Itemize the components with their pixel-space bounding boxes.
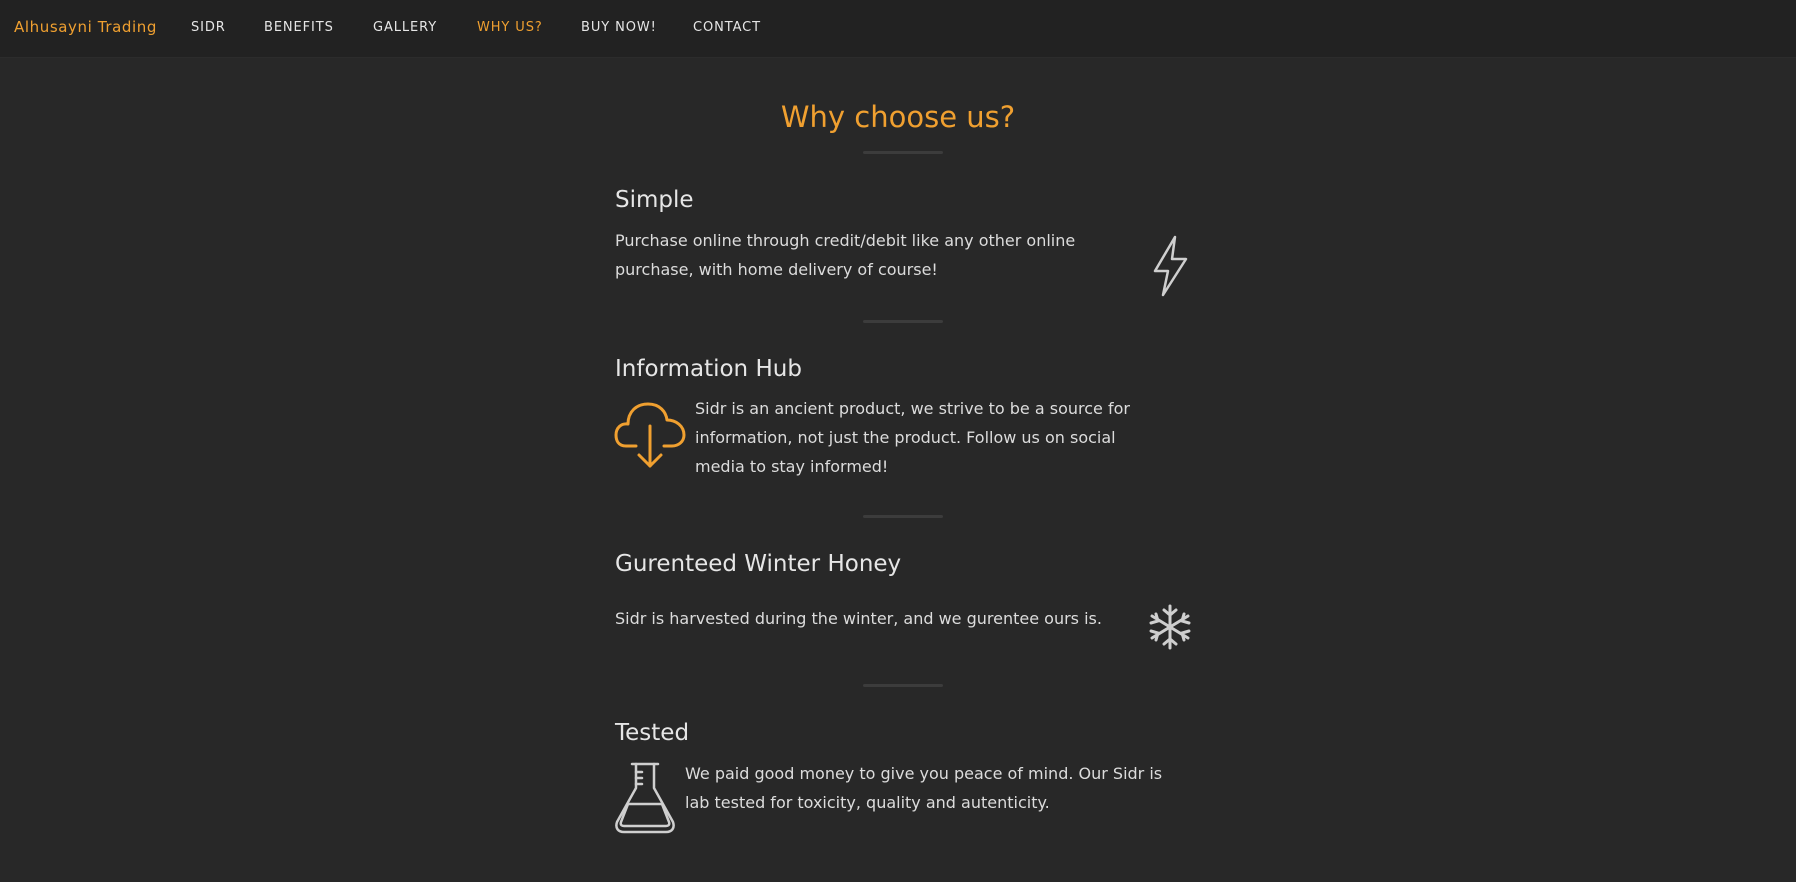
flask-icon <box>615 762 675 834</box>
nav-item-benefits[interactable]: BENEFITS <box>264 20 334 35</box>
section-text-information-hub: Sidr is an ancient product, we strive to… <box>695 399 1130 476</box>
page-title: Why choose us? <box>780 100 1016 134</box>
section-title-information-hub: Information Hub <box>615 356 802 382</box>
lightning-icon <box>1153 235 1188 297</box>
cloud-download-icon <box>614 402 686 468</box>
brand-logo-text[interactable]: Alhusayni Trading <box>14 18 157 36</box>
nav-item-why-us[interactable]: WHY US? <box>477 20 543 35</box>
top-navbar: Alhusayni Trading SIDR BENEFITS GALLERY … <box>0 0 1796 58</box>
snowflake-icon <box>1149 604 1191 650</box>
section-divider-2 <box>863 515 943 518</box>
section-title-winter-honey: Gurenteed Winter Honey <box>615 551 902 577</box>
section-text-tested: We paid good money to give you peace of … <box>685 764 1163 812</box>
nav-item-gallery[interactable]: GALLERY <box>373 20 437 35</box>
section-divider-1 <box>863 320 943 323</box>
nav-item-contact[interactable]: CONTACT <box>693 20 761 35</box>
section-text-winter-honey: Sidr is harvested during the winter, and… <box>615 609 1102 628</box>
section-text-simple: Purchase online through credit/debit lik… <box>615 231 1076 279</box>
nav-item-buy-now[interactable]: BUY NOW! <box>581 20 657 35</box>
title-divider <box>863 151 943 154</box>
section-title-simple: Simple <box>615 187 694 213</box>
section-divider-3 <box>863 684 943 687</box>
section-title-tested: Tested <box>615 720 690 746</box>
nav-item-sidr[interactable]: SIDR <box>191 20 226 35</box>
